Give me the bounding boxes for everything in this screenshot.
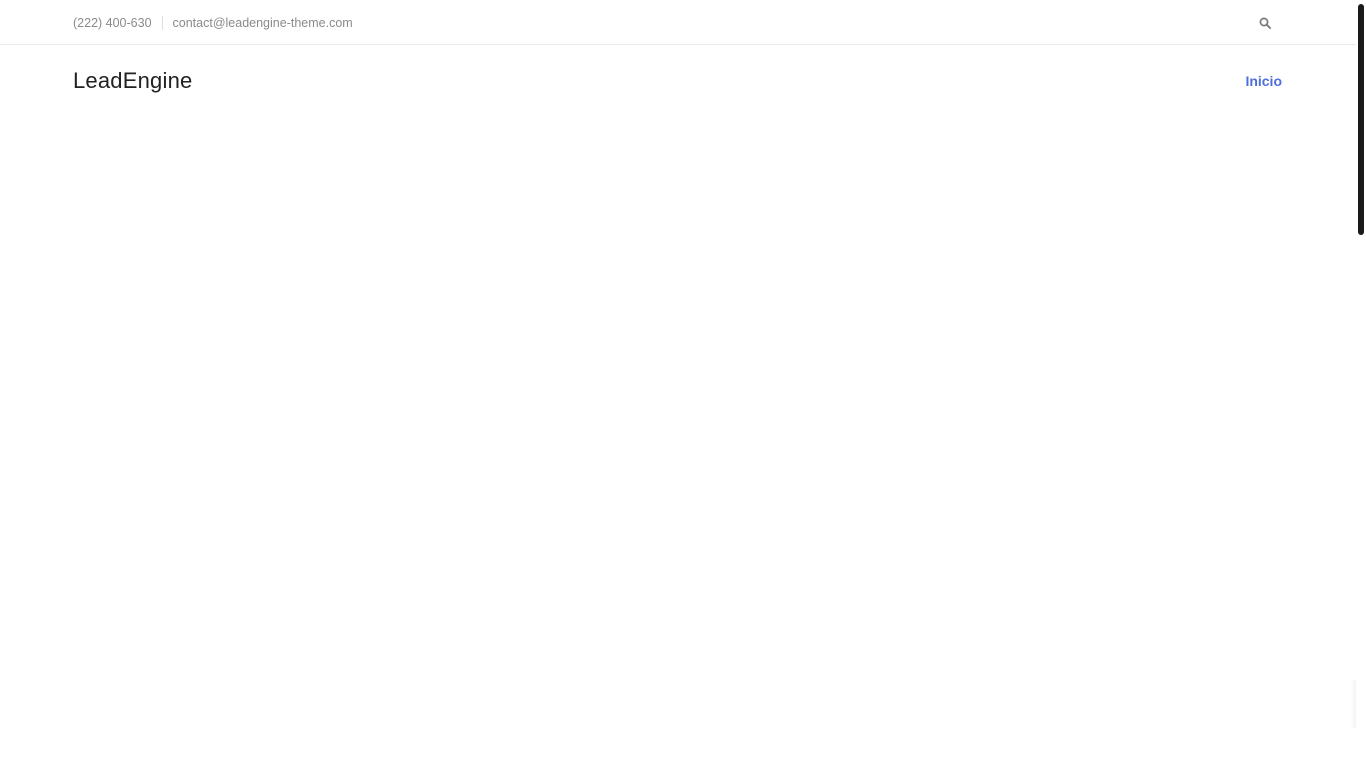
top-bar-divider xyxy=(161,15,163,30)
main-nav: Inicio xyxy=(1245,71,1282,91)
site-header: LeadEngine Inicio xyxy=(0,46,1356,116)
page: (222) 400-630 contact@leadengine-theme.c… xyxy=(0,0,1366,768)
site-logo[interactable]: LeadEngine xyxy=(73,66,192,96)
search-button[interactable] xyxy=(1256,14,1273,31)
scrollbar-thumb[interactable] xyxy=(1358,4,1364,235)
top-bar-contacts: (222) 400-630 contact@leadengine-theme.c… xyxy=(73,0,353,45)
floating-widget-edge xyxy=(1350,680,1356,728)
email-link[interactable]: contact@leadengine-theme.com xyxy=(173,15,353,31)
nav-item-inicio[interactable]: Inicio xyxy=(1245,71,1282,91)
vertical-scrollbar[interactable] xyxy=(1356,0,1366,768)
search-icon xyxy=(1259,17,1271,29)
top-bar: (222) 400-630 contact@leadengine-theme.c… xyxy=(0,0,1356,45)
phone-link[interactable]: (222) 400-630 xyxy=(73,15,152,31)
